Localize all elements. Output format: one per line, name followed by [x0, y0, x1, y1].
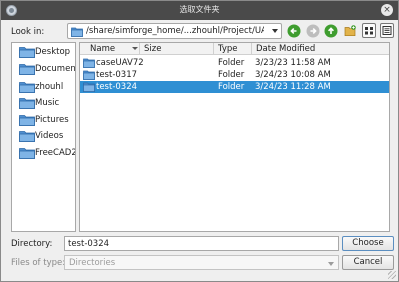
- cancel-button[interactable]: Cancel: [342, 255, 394, 270]
- file-date: 3/24/23 10:08 AM: [255, 70, 331, 80]
- list-view-button[interactable]: [362, 23, 376, 38]
- sort-descending-icon: [132, 47, 138, 50]
- sidebar-item-label: Pictures: [35, 115, 69, 125]
- files-of-type-label: Files of type:: [11, 258, 66, 268]
- file-name: caseUAV72: [96, 58, 144, 68]
- table-row[interactable]: caseUAV72 Folder 3/23/23 11:58 AM: [80, 57, 389, 69]
- table-row[interactable]: test-0317 Folder 3/24/23 10:08 AM: [80, 69, 389, 81]
- column-header-name[interactable]: Name: [80, 43, 140, 55]
- file-type: Folder: [218, 70, 245, 80]
- directory-input[interactable]: [64, 236, 339, 251]
- close-icon[interactable]: ×: [381, 4, 393, 16]
- folder-icon: [19, 147, 35, 159]
- sidebar-item-label: Videos: [35, 131, 64, 141]
- folder-icon: [19, 63, 35, 75]
- file-list[interactable]: Name Size Type Date Modified caseUAV72 F…: [79, 42, 390, 232]
- chevron-down-icon: [272, 29, 278, 33]
- sidebar-item-music[interactable]: Music: [12, 96, 75, 110]
- forward-button[interactable]: [306, 24, 320, 38]
- folder-icon: [19, 114, 35, 126]
- folder-icon: [19, 130, 35, 142]
- title-bar: 选取文件夹 ×: [1, 1, 398, 20]
- sidebar-item-zhouhl[interactable]: zhouhl: [12, 80, 75, 94]
- dialog-title: 选取文件夹: [179, 5, 220, 14]
- file-date: 3/24/23 11:28 AM: [255, 82, 331, 92]
- file-list-header: Name Size Type Date Modified: [80, 43, 389, 55]
- folder-icon: [83, 70, 95, 80]
- arrow-up-icon: [324, 24, 338, 38]
- arrow-right-icon: [306, 24, 320, 38]
- sidebar-item-label: Music: [35, 98, 60, 108]
- sidebar-item-freecad[interactable]: FreeCAD2C: [12, 146, 75, 160]
- file-name: test-0317: [96, 70, 138, 80]
- parent-directory-button[interactable]: [324, 24, 338, 38]
- resize-grip-icon[interactable]: [388, 271, 396, 279]
- file-type: Folder: [218, 58, 245, 68]
- sidebar-item-pictures[interactable]: Pictures: [12, 113, 75, 127]
- file-type: Folder: [218, 82, 245, 92]
- sidebar-item-label: Documents: [35, 64, 76, 74]
- folder-icon: [83, 82, 95, 92]
- column-header-date-modified[interactable]: Date Modified: [252, 43, 389, 55]
- sidebar-item-desktop[interactable]: Desktop: [12, 45, 75, 59]
- lookin-label: Look in:: [11, 27, 45, 37]
- lookin-path: /share/simforge_home/...zhouhl/Project/U…: [86, 26, 264, 36]
- column-header-label: Date Modified: [256, 44, 316, 54]
- new-folder-icon: [344, 25, 356, 37]
- folder-icon: [19, 97, 35, 109]
- arrow-left-icon: [287, 24, 301, 38]
- column-header-label: Name: [90, 44, 116, 54]
- detail-view-button[interactable]: [380, 23, 394, 38]
- file-date: 3/23/23 11:58 AM: [255, 58, 331, 68]
- sidebar-item-videos[interactable]: Videos: [12, 129, 75, 143]
- column-header-size[interactable]: Size: [140, 43, 214, 55]
- sidebar-item-label: FreeCAD2C: [35, 148, 75, 158]
- folder-icon: [19, 81, 35, 93]
- folder-icon: [83, 58, 95, 68]
- new-folder-button[interactable]: [343, 24, 357, 38]
- column-header-label: Size: [144, 44, 162, 54]
- sidebar-item-documents[interactable]: Documents: [12, 62, 76, 76]
- detail-view-icon: [382, 26, 392, 35]
- sidebar-places: Desktop Documents zhouhl Music Pictures …: [11, 42, 76, 232]
- sidebar-item-label: Desktop: [35, 47, 71, 57]
- file-name: test-0324: [96, 82, 138, 92]
- table-row-selected[interactable]: test-0324 Folder 3/24/23 11:28 AM: [80, 81, 389, 93]
- back-button[interactable]: [287, 24, 301, 38]
- list-view-icon: [365, 27, 373, 35]
- sidebar-item-label: zhouhl: [35, 82, 64, 92]
- directory-label: Directory:: [11, 239, 53, 249]
- lookin-combo[interactable]: /share/simforge_home/...zhouhl/Project/U…: [67, 23, 282, 39]
- choose-button[interactable]: Choose: [342, 236, 394, 251]
- chevron-down-icon: [328, 262, 334, 266]
- column-header-type[interactable]: Type: [214, 43, 252, 55]
- files-of-type-value: Directories: [69, 258, 116, 268]
- folder-icon: [19, 46, 35, 58]
- column-header-label: Type: [218, 44, 238, 54]
- file-dialog: 选取文件夹 × Look in: /share/simforge_home/..…: [0, 0, 399, 282]
- files-of-type-select[interactable]: Directories: [64, 255, 339, 270]
- folder-icon: [71, 27, 83, 37]
